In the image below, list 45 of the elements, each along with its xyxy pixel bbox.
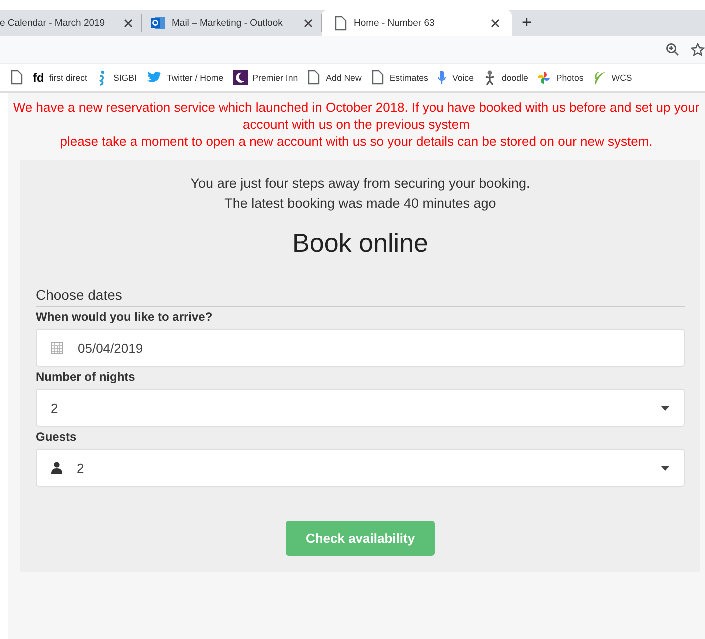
zoom-icon[interactable] <box>666 43 679 56</box>
mail-app-icon <box>150 15 166 31</box>
bookmark-link[interactable]: Photos <box>556 72 584 82</box>
new-tab-button[interactable]: + <box>512 13 542 33</box>
leaf-icon <box>592 70 607 86</box>
section-heading: Choose dates <box>36 287 685 307</box>
bookmark-link[interactable]: first direct <box>49 72 88 82</box>
bookmark-link[interactable]: Estimates <box>390 72 428 82</box>
date-field[interactable]: 05/04/2019 <box>36 329 685 367</box>
bookmark-link[interactable]: Premier Inn <box>252 72 298 82</box>
pinwheel-icon <box>537 70 552 84</box>
page-icon <box>334 16 348 30</box>
page-icon <box>10 70 24 85</box>
bookmark-link[interactable]: WCS <box>612 72 632 82</box>
page-icon <box>370 70 385 85</box>
select-field[interactable]: 2 <box>36 449 685 487</box>
close-icon[interactable] <box>491 18 500 28</box>
calendar-icon <box>51 341 64 355</box>
browser-tab[interactable]: e Calendar - March 2019 <box>0 14 142 32</box>
field-label: When would you like to arrive? <box>36 310 214 324</box>
bookmark-link[interactable]: Add New <box>326 72 362 82</box>
browser-tab[interactable]: Home - Number 63 <box>322 10 512 36</box>
select-field[interactable]: 2 <box>36 389 685 427</box>
close-icon[interactable] <box>124 18 133 28</box>
caret-icon <box>661 466 670 470</box>
bookmark-link[interactable]: Voice <box>452 72 474 82</box>
caret-icon <box>661 406 670 410</box>
page-heading: Book online <box>292 228 430 259</box>
field-label: Guests <box>36 430 78 444</box>
bookmark-link[interactable]: doodle <box>502 72 528 82</box>
intro-text: You are just four steps away from securing your booking. <box>190 175 532 193</box>
latest-booking-text: The latest booking was made 40 minutes ago <box>224 195 498 213</box>
person-icon <box>51 462 63 474</box>
fd-logo: fd <box>33 70 44 84</box>
page-icon <box>307 70 322 85</box>
notice-text: please take a moment to open a new account with us so your details can be stored on our new system. <box>59 133 654 150</box>
moon-icon <box>232 70 248 85</box>
bookmark-link[interactable]: Twitter / Home <box>166 72 224 82</box>
star-icon[interactable] <box>691 42 705 56</box>
field-label: Number of nights <box>36 370 136 384</box>
bookmark-link[interactable]: SIGBI <box>113 72 137 82</box>
close-icon[interactable] <box>304 18 313 28</box>
microphone-icon <box>437 70 448 86</box>
bird-icon <box>146 70 162 84</box>
browser-tab[interactable]: Mail – Marketing - Outlook <box>142 14 322 32</box>
